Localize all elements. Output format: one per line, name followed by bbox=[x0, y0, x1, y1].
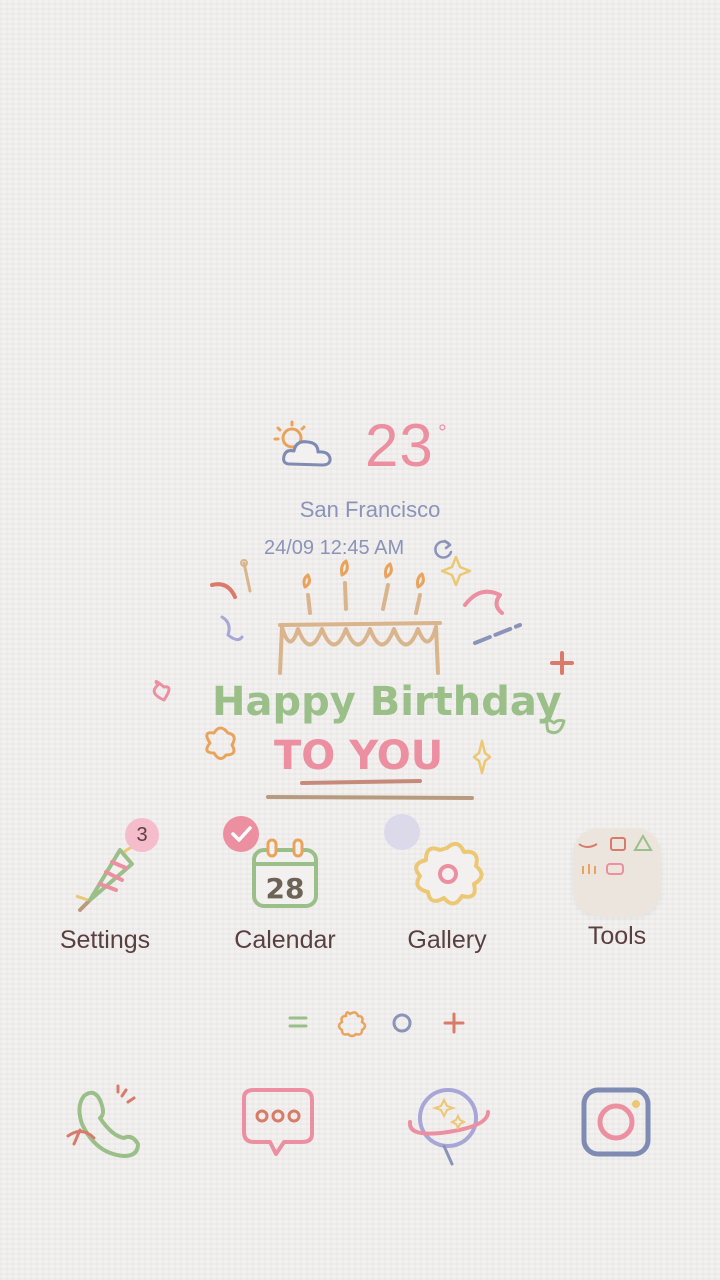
birthday-text-line2: TO YOU bbox=[274, 733, 443, 779]
birthday-text-line1: Happy Birthday bbox=[212, 679, 562, 725]
page-indicator[interactable] bbox=[280, 1006, 480, 1040]
app-tools-folder[interactable]: Tools bbox=[532, 828, 702, 951]
check-badge-icon bbox=[223, 816, 259, 852]
city-name[interactable]: San Francisco bbox=[0, 497, 720, 523]
folder-icon bbox=[573, 828, 661, 916]
app-gallery[interactable]: Gallery bbox=[362, 814, 532, 955]
notification-badge: 3 bbox=[125, 818, 159, 852]
partly-cloudy-icon[interactable] bbox=[272, 420, 342, 472]
app-label-gallery: Gallery bbox=[407, 926, 487, 954]
browser-icon[interactable] bbox=[404, 1078, 494, 1168]
phone-icon[interactable] bbox=[60, 1078, 150, 1168]
temperature-unit: ° bbox=[438, 420, 447, 445]
app-label-settings: Settings bbox=[59, 926, 151, 954]
flower-icon bbox=[337, 1011, 367, 1038]
app-label-tools: Tools bbox=[587, 922, 647, 950]
selection-circle-icon bbox=[384, 814, 420, 850]
birthday-illustration: Happy Birthday TO YOU bbox=[152, 555, 574, 800]
plus-icon bbox=[443, 1012, 465, 1034]
menu-icon bbox=[288, 1016, 308, 1028]
messages-icon[interactable] bbox=[232, 1078, 322, 1168]
app-label-calendar: Calendar bbox=[234, 926, 336, 954]
circle-icon bbox=[392, 1013, 412, 1033]
temperature[interactable]: 23 bbox=[365, 416, 434, 476]
app-settings[interactable]: Settings 3 bbox=[20, 818, 190, 955]
calendar-day: 28 bbox=[266, 872, 305, 905]
camera-icon[interactable] bbox=[572, 1078, 662, 1168]
app-calendar[interactable]: 28 Calendar bbox=[200, 816, 370, 955]
